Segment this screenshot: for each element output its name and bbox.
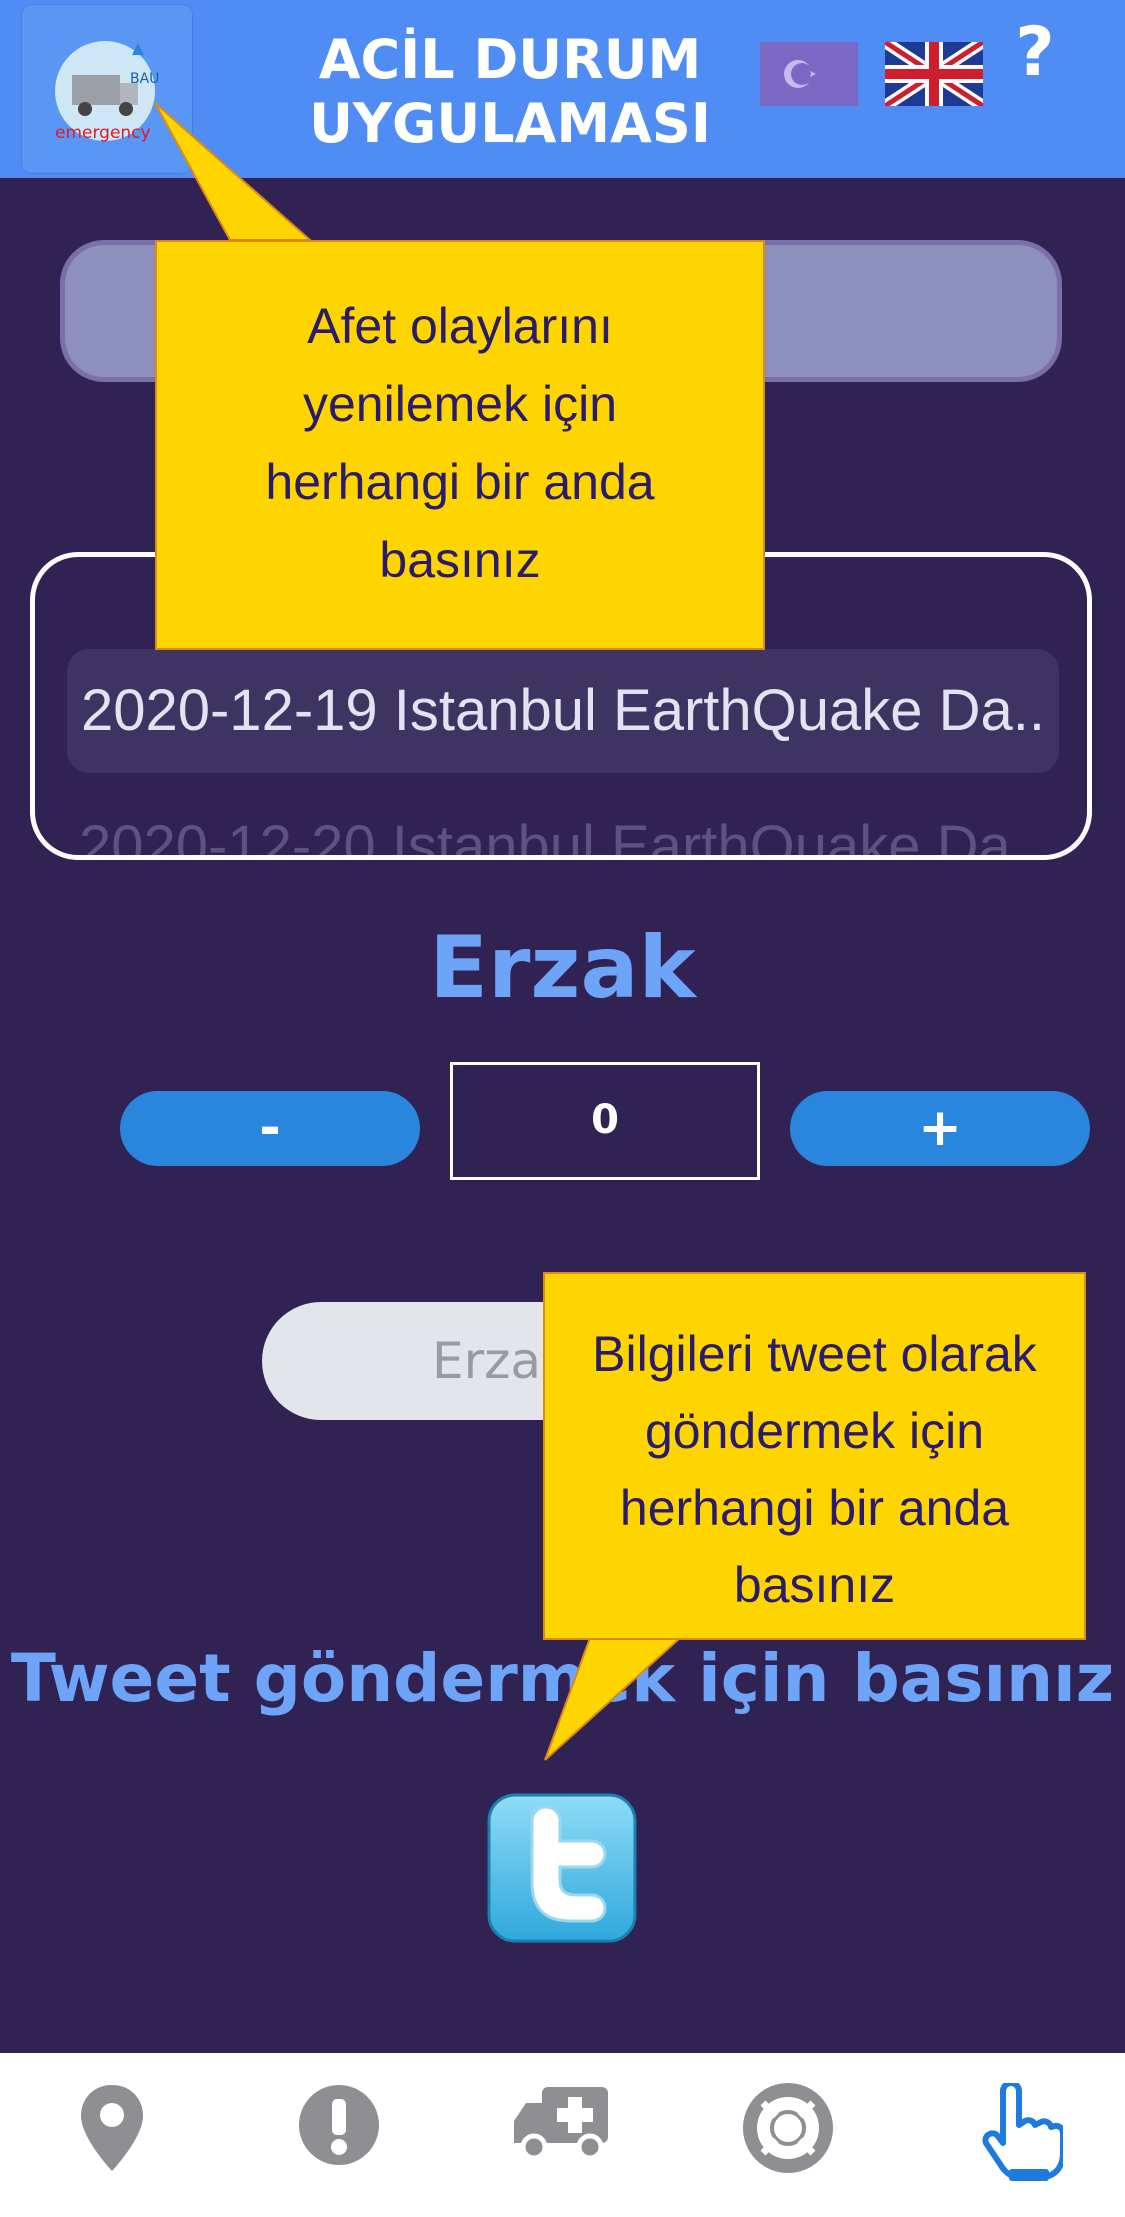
increment-button[interactable]: + bbox=[790, 1091, 1090, 1166]
tweet-label: Tweet göndermek için basınız bbox=[10, 1640, 1115, 1717]
uk-flag-icon bbox=[881, 36, 987, 112]
english-flag-button[interactable] bbox=[881, 36, 987, 112]
emergency-logo-icon: BAU emergency bbox=[55, 41, 159, 143]
turkish-flag-button[interactable] bbox=[760, 42, 858, 106]
app-title: ACİL DURUM UYGULAMASI bbox=[309, 28, 711, 155]
tab-alerts[interactable] bbox=[289, 2083, 389, 2183]
bottom-tab-bar bbox=[0, 2053, 1125, 2217]
picker-selected-item[interactable]: 2020-12-19 Istanbul EarthQuake Da.. bbox=[67, 649, 1059, 773]
refresh-hint-callout: Afet olaylarını yenilemek için herhangi … bbox=[155, 240, 765, 650]
twitter-icon bbox=[487, 1793, 637, 1943]
tab-map[interactable] bbox=[62, 2083, 162, 2183]
lifebuoy-icon bbox=[743, 2083, 833, 2173]
turkey-flag-icon bbox=[760, 42, 858, 106]
location-pin-icon bbox=[81, 2085, 143, 2171]
tweet-button[interactable] bbox=[487, 1793, 637, 1943]
svg-text:emergency: emergency bbox=[55, 123, 151, 143]
hand-pointer-icon bbox=[982, 2083, 1063, 2181]
app-header: BAU emergency ACİL DURUM UYGULAMASI ? bbox=[0, 0, 1125, 178]
category-title: Erzak bbox=[429, 918, 696, 1018]
tweet-hint-callout: Bilgileri tweet olarak göndermek için he… bbox=[543, 1272, 1086, 1640]
decrement-button[interactable]: - bbox=[120, 1091, 420, 1166]
help-button[interactable]: ? bbox=[1005, 8, 1065, 92]
tab-tap-guide[interactable] bbox=[968, 2083, 1068, 2183]
quantity-field[interactable]: 0 bbox=[450, 1062, 760, 1180]
tab-ambulance[interactable] bbox=[512, 2083, 612, 2183]
exclamation-icon bbox=[299, 2085, 379, 2165]
tab-help[interactable] bbox=[738, 2083, 838, 2183]
svg-text:BAU: BAU bbox=[130, 71, 159, 87]
refresh-logo-button[interactable]: BAU emergency bbox=[22, 5, 192, 173]
ambulance-icon bbox=[514, 2087, 608, 2161]
picker-item[interactable]: 2020-12-20 Istanbul EarthQuake Da.. bbox=[35, 797, 1087, 855]
